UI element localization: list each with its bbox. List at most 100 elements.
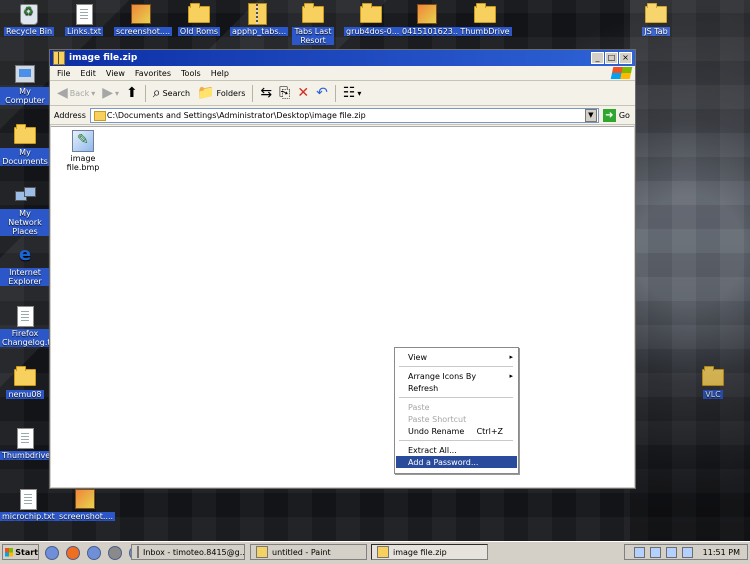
context-item-label: Arrange Icons By [408,371,477,381]
chevron-down-icon: ▾ [91,88,96,98]
desktop-icon-js-tab[interactable]: JS Tab [629,2,683,36]
views-button[interactable]: ☷ ▾ [341,84,364,102]
up-button[interactable]: ⬆ [124,84,140,102]
my-documents-icon [14,123,36,146]
antivirus-icon[interactable] [681,546,693,558]
undo-button[interactable]: ↶ [314,84,330,102]
desktop-icon-microchip-txt[interactable]: microchip.txt [0,488,57,521]
context-item-view[interactable]: View ▸ [396,351,517,363]
desktop-icon-label: Recycle Bin [3,27,55,36]
folder-icon [702,365,724,388]
paint-icon [256,546,268,558]
forward-button[interactable]: ▶ ▾ [100,84,121,102]
menu-help[interactable]: Help [211,69,229,78]
desktop-icon-label: ThumbDrive [458,27,512,36]
folders-icon: 📁 [197,85,215,101]
menu-edit[interactable]: Edit [80,69,96,78]
copy-to-button[interactable]: ⎘ [277,84,292,102]
firefox-quick-launch-icon[interactable] [66,546,80,560]
address-dropdown-button[interactable]: ▼ [584,108,597,122]
toolbar: ◀ Back ▾ ▶ ▾ ⬆ ⌕ Search 📁 Folders ⇆ ⎘ ✕ … [50,81,635,106]
desktop-icon-label: 0415101623... [400,27,463,36]
minimize-button[interactable]: _ [591,52,604,64]
context-item-arrange-icons-by[interactable]: Arrange Icons By ▸ [396,370,517,382]
taskbar-item-inbox[interactable]: Inbox - timoteo.8415@g... [131,544,245,560]
menu-view[interactable]: View [106,69,125,78]
context-item-extract-all[interactable]: Extract All... [396,444,517,456]
maximize-button[interactable]: □ [605,52,618,64]
folder-icon [360,2,382,25]
address-value: C:\Documents and Settings\Administrator\… [106,110,366,120]
ie-quick-launch-icon[interactable] [45,546,59,560]
taskbar-item-image-file-zip[interactable]: image file.zip [371,544,488,560]
security-icon[interactable] [665,546,677,558]
context-menu: View ▸ Arrange Icons By ▸ Refresh Paste … [394,347,519,474]
desktop-icon-old-roms[interactable]: Old Roms [172,2,226,36]
chevron-down-icon: ▾ [115,88,120,98]
folders-button[interactable]: 📁 Folders [195,84,247,102]
desktop-icon-apphp-tabs[interactable]: apphp_tabs... [230,3,289,36]
back-button[interactable]: ◀ Back ▾ [55,84,97,102]
start-button[interactable]: Start [2,544,39,560]
menu-tools[interactable]: Tools [181,69,201,78]
desktop-icon-my-network-places[interactable]: My Network Places [0,185,50,236]
desktop-icon-my-documents[interactable]: My Documents [0,123,50,166]
desktop-icon-nemu08[interactable]: nemu08 [0,365,50,399]
explorer-window[interactable]: image file.zip _ □ × File Edit View Favo… [49,49,636,489]
desktop-icon-grub4dos[interactable]: grub4dos-0... [344,2,402,36]
context-item-label: Refresh [408,383,439,393]
desktop-icon-firefox-changelog[interactable]: Firefox Changelog.txt [0,305,58,347]
desktop-icon-thumbdrive-txt[interactable]: Thumbdrive.txt [0,427,66,460]
desktop-icon-my-computer[interactable]: My Computer [0,63,50,105]
desktop-icon-image-0415[interactable]: 0415101623... [400,3,463,36]
context-item-undo-rename[interactable]: Undo Rename Ctrl+Z [396,425,517,437]
context-item-add-password[interactable]: Add a Password... [396,456,517,468]
outlook-quick-launch-icon[interactable] [87,546,101,560]
desktop-icon-links-txt[interactable]: Links.txt [57,3,111,36]
move-to-button[interactable]: ⇆ [258,84,274,102]
file-list-view[interactable]: image file.bmp View ▸ Arrange Icons By ▸… [51,126,634,487]
desktop-icon-screenshot-2[interactable]: screenshot.... [57,488,116,521]
context-item-label: Paste Shortcut [408,414,467,424]
window-titlebar[interactable]: image file.zip _ □ × [50,50,635,66]
delete-button[interactable]: ✕ [295,84,311,102]
network-places-icon [14,185,36,207]
volume-icon[interactable] [649,546,661,558]
forward-arrow-icon: ▶ [102,85,113,101]
submenu-arrow-icon: ▸ [509,353,513,361]
my-computer-icon [14,63,36,85]
context-item-shortcut: Ctrl+Z [476,426,503,436]
go-arrow-icon: ➜ [602,108,616,122]
show-desktop-icon[interactable] [108,546,122,560]
close-button[interactable]: × [619,52,632,64]
firefox-icon [137,546,139,558]
system-tray: 11:51 PM [624,544,748,560]
address-input[interactable]: C:\Documents and Settings\Administrator\… [89,107,599,123]
file-item[interactable]: image file.bmp [55,130,111,172]
menu-favorites[interactable]: Favorites [135,69,171,78]
address-bar: Address C:\Documents and Settings\Admini… [50,106,635,125]
search-button[interactable]: ⌕ Search [151,84,192,102]
folders-label: Folders [216,88,246,98]
undo-icon: ↶ [316,85,328,101]
quick-launch [45,546,143,560]
context-item-refresh[interactable]: Refresh [396,382,517,394]
desktop-icon-thumbdrive-folder[interactable]: ThumbDrive [458,2,512,36]
taskbar-item-paint[interactable]: untitled - Paint [250,544,367,560]
go-button[interactable]: ➜ Go [602,108,630,122]
desktop-icon-label: grub4dos-0... [344,27,402,36]
desktop-icon-internet-explorer[interactable]: e Internet Explorer [0,244,50,286]
folder-icon [93,110,106,121]
desktop-icon-label: VLC [703,390,723,399]
desktop-icon-screenshot[interactable]: screenshot.... [114,3,173,36]
desktop-icon-vlc[interactable]: VLC [690,365,736,399]
desktop-icon-recycle-bin[interactable]: Recycle Bin [2,3,56,36]
folder-icon [645,2,667,25]
zip-file-icon [246,3,268,25]
text-file-icon [14,305,36,327]
windows-logo-icon [610,67,633,79]
desktop-icon-tabs-last-resort[interactable]: Tabs Last Resort [286,2,340,45]
taskbar-item-label: image file.zip [393,547,447,557]
network-icon[interactable] [633,546,645,558]
menu-file[interactable]: File [57,69,70,78]
